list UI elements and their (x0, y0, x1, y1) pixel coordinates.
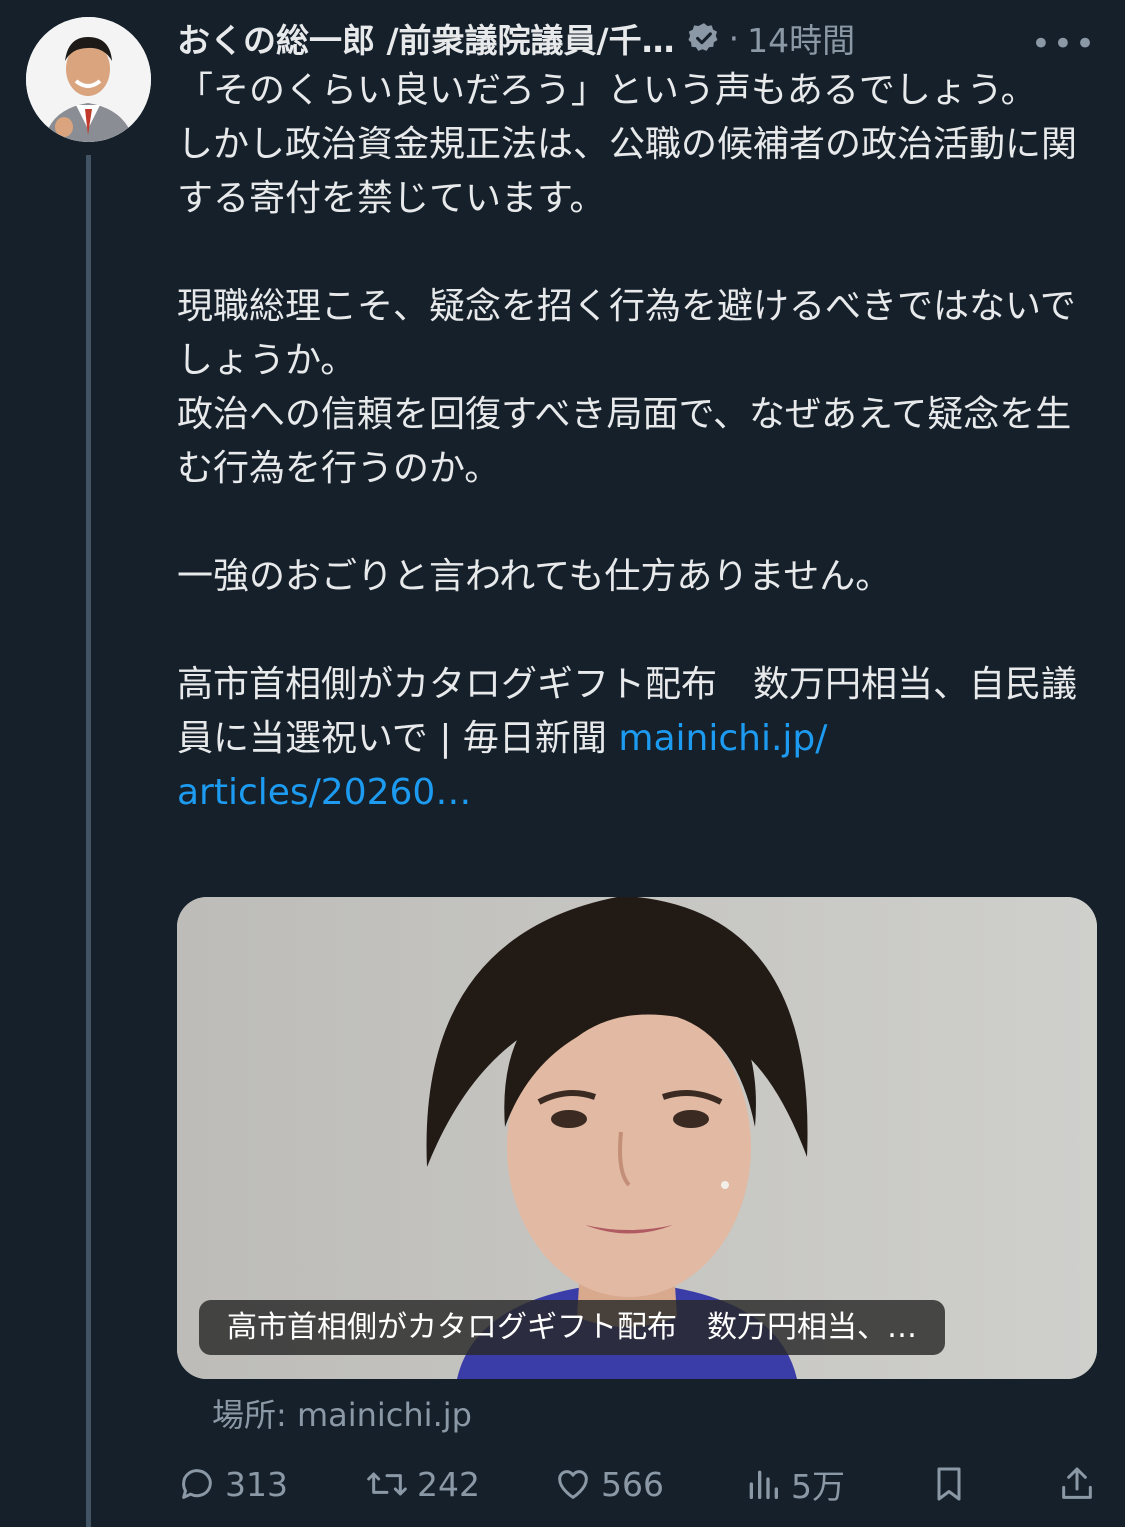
repost-icon (367, 1472, 407, 1496)
repost-button[interactable]: 242 (365, 1452, 480, 1516)
share-button[interactable] (1057, 1452, 1105, 1516)
bookmark-button[interactable] (929, 1452, 977, 1516)
post-header: おくの総一郎 /前衆議院議員/千… · 14時間 ••• (177, 14, 1107, 65)
card-caption: 高市首相側がカタログギフト配布 数万円相当、… (199, 1300, 945, 1355)
separator-dot: · (728, 18, 740, 58)
thread-line (86, 155, 91, 1527)
reply-count: 313 (225, 1464, 288, 1504)
view-count: 5万 (791, 1467, 845, 1506)
post-body: 「そのくらい良いだろう」という声もあるでしょう。 しかし政治資金規正法は、公職の… (177, 70, 1078, 759)
heart-icon (558, 1470, 588, 1499)
like-button[interactable]: 566 (553, 1452, 664, 1516)
link-preview-card[interactable]: 高市首相側がカタログギフト配布 数万円相当、… (177, 897, 1097, 1379)
article-link-continued[interactable]: articles/20260… (177, 772, 471, 813)
reply-button[interactable]: 313 (177, 1452, 288, 1516)
post-text: 「そのくらい良いだろう」という声もあるでしょう。 しかし政治資金規正法は、公職の… (177, 64, 1097, 820)
author-name[interactable]: おくの総一郎 /前衆議院議員/千… (177, 14, 675, 62)
like-count: 566 (601, 1464, 664, 1504)
share-icon (1062, 1467, 1092, 1499)
views-chart-icon (749, 1470, 778, 1499)
action-bar: 313 242 566 5万 (177, 1452, 1107, 1516)
author-avatar[interactable] (26, 17, 151, 142)
article-link[interactable]: mainichi.jp/ (618, 718, 827, 759)
card-source[interactable]: 場所: mainichi.jp (212, 1390, 472, 1436)
verified-badge-icon (687, 21, 721, 55)
views-button[interactable]: 5万 (743, 1452, 845, 1516)
reply-icon (182, 1469, 212, 1499)
repost-count: 242 (417, 1464, 480, 1504)
bookmark-icon (937, 1467, 961, 1501)
post-timestamp[interactable]: 14時間 (747, 14, 855, 62)
more-options-icon[interactable]: ••• (1031, 24, 1097, 64)
